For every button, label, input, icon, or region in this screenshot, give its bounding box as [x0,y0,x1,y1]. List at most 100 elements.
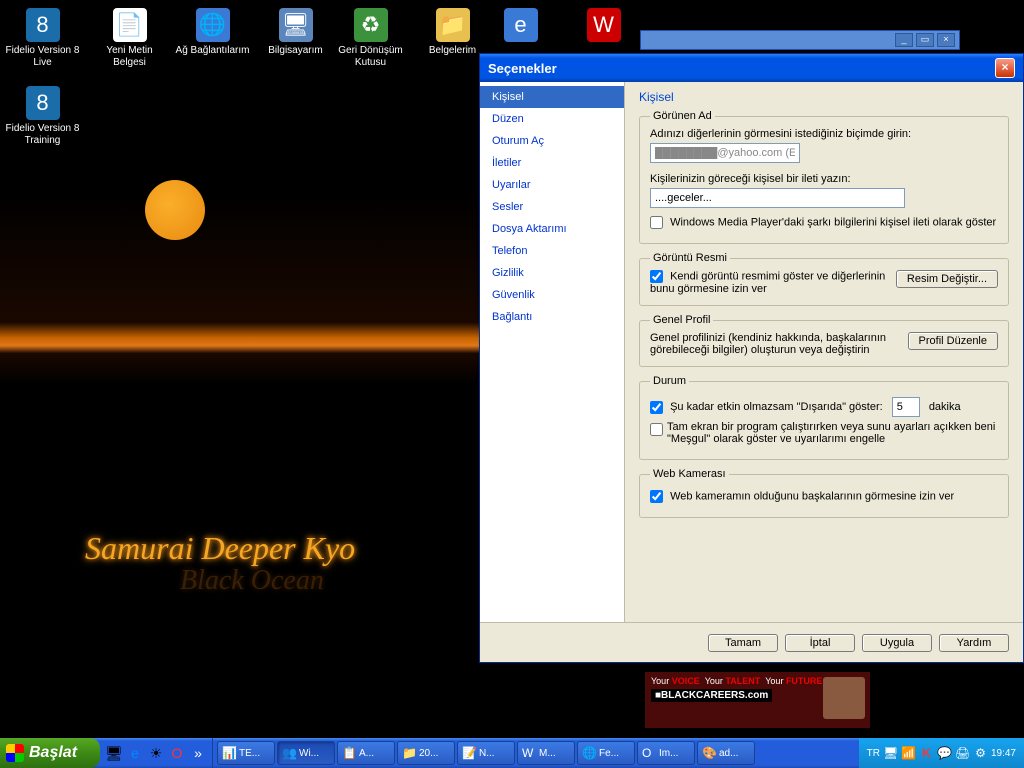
task-label: TE... [239,748,260,759]
task-icon: 📋 [342,746,356,760]
sidebar-item-kişisel[interactable]: Kişisel [480,86,624,108]
desktop-icon[interactable]: 📄Yeni Metin Belgesi [92,8,167,69]
icon-label: Ağ Bağlantılarım [175,45,250,57]
sidebar-item-gizlilik[interactable]: Gizlilik [480,262,624,284]
status-group: Durum Şu kadar etkin olmazsam "Dışarıda"… [639,375,1009,460]
desktop-icon[interactable]: 8Fidelio Version 8 Live [5,8,80,69]
desktop-icon[interactable]: 8Fidelio Version 8 Training [5,86,80,147]
change-picture-button[interactable]: Resim Değiştir... [896,270,998,288]
taskbar-button[interactable]: OIm... [637,741,695,765]
desktop-icon[interactable]: 📁Belgelerim [415,8,490,57]
task-icon: 📊 [222,746,236,760]
taskbar: Başlat 🖥 e ☀ O » 📊TE...👥Wi...📋A...📁20...… [0,738,1024,768]
ql-opera-icon[interactable]: O [168,744,186,762]
app-icon: 🌐 [196,8,230,42]
dialog-button-bar: Tamam İptal Uygula Yardım [480,622,1023,662]
tray-icon[interactable]: 🖥 [883,746,898,761]
media-player-checkbox[interactable] [650,216,663,229]
app-icon: W [587,8,621,42]
icon-label: Geri Dönüşüm Kutusu [333,45,408,69]
ad-image [823,677,865,719]
away-checkbox[interactable] [650,401,663,414]
sidebar-item-dosya-aktarımı[interactable]: Dosya Aktarımı [480,218,624,240]
display-name-input[interactable] [650,143,800,163]
ad-site: ■BLACKCAREERS.com [651,689,772,702]
apply-button[interactable]: Uygula [862,634,932,652]
options-dialog: Seçenekler × KişiselDüzenOturum Açİletil… [479,53,1024,663]
taskbar-button[interactable]: 📋A... [337,741,395,765]
language-indicator[interactable]: TR [867,748,880,759]
taskbar-button[interactable]: 📁20... [397,741,455,765]
group-legend: Genel Profil [650,314,713,326]
sidebar-item-sesler[interactable]: Sesler [480,196,624,218]
dialog-titlebar[interactable]: Seçenekler × [480,54,1023,82]
sidebar-item-telefon[interactable]: Telefon [480,240,624,262]
group-legend: Görünen Ad [650,110,715,122]
personal-message-label: Kişilerinizin göreceği kişisel bir ileti… [650,173,998,185]
task-label: Fe... [599,748,619,759]
profile-group: Genel Profil Genel profilinizi (kendiniz… [639,314,1009,367]
cancel-button[interactable]: İptal [785,634,855,652]
edit-profile-button[interactable]: Profil Düzenle [908,332,998,350]
show-picture-checkbox[interactable] [650,270,663,283]
away-minutes-input[interactable] [892,397,920,417]
tray-icon[interactable]: 💬 [937,746,952,761]
app-icon: ♻ [354,8,388,42]
desktop[interactable]: Samurai Deeper Kyo Black Ocean 8Fidelio … [0,0,1024,768]
sidebar-item-düzen[interactable]: Düzen [480,108,624,130]
busy-checkbox[interactable] [650,423,663,436]
taskbar-button[interactable]: 🌐Fe... [577,741,635,765]
tray-kaspersky-icon[interactable]: K [919,746,934,761]
close-icon[interactable]: × [995,58,1015,78]
sidebar-item-bağlantı[interactable]: Bağlantı [480,306,624,328]
taskbar-button[interactable]: 📊TE... [217,741,275,765]
task-buttons: 📊TE...👥Wi...📋A...📁20...📝N...WM...🌐Fe...O… [213,738,859,768]
icon-label: Fidelio Version 8 Live [5,45,80,69]
windows-logo-icon [6,744,24,762]
task-label: ad... [719,748,738,759]
start-button[interactable]: Başlat [0,738,100,768]
ql-chevron-icon[interactable]: » [189,744,207,762]
sidebar-item-uyarılar[interactable]: Uyarılar [480,174,624,196]
display-name-instruction: Adınızı diğerlerinin görmesini istediğin… [650,128,998,140]
sidebar-item-i̇letiler[interactable]: İletiler [480,152,624,174]
task-label: M... [539,748,556,759]
ad-banner[interactable]: Your VOICE Your TALENT Your FUTURE ■BLAC… [645,672,870,728]
away-label-b: dakika [929,401,961,413]
tray-icon[interactable]: 🖨 [955,746,970,761]
ql-desktop-icon[interactable]: 🖥 [105,744,123,762]
page-title: Kişisel [639,90,1009,104]
ql-sun-icon[interactable]: ☀ [147,744,165,762]
app-icon: 📄 [113,8,147,42]
picture-group: Görüntü Resmi Kendi görüntü resmimi göst… [639,252,1009,306]
sidebar-item-oturum-aç[interactable]: Oturum Aç [480,130,624,152]
ok-button[interactable]: Tamam [708,634,778,652]
options-content: Kişisel Görünen Ad Adınızı diğerlerinin … [625,82,1023,622]
desktop-icon[interactable]: 🌐 Ağ Bağlantılarım [175,8,250,57]
media-player-label: Windows Media Player'daki şarkı bilgiler… [670,216,996,228]
desktop-icon[interactable]: e [483,8,558,45]
app-icon: e [504,8,538,42]
webcam-checkbox[interactable] [650,490,663,503]
icon-label: Fidelio Version 8 Training [5,123,80,147]
taskbar-button[interactable]: 🎨ad... [697,741,755,765]
tray-icon[interactable]: ⚙ [973,746,988,761]
task-label: A... [359,748,374,759]
desktop-icon[interactable]: ♻ Geri Dönüşüm Kutusu [333,8,408,69]
ql-ie-icon[interactable]: e [126,744,144,762]
clock[interactable]: 19:47 [991,748,1016,759]
help-button[interactable]: Yardım [939,634,1009,652]
personal-message-input[interactable] [650,188,905,208]
desktop-icon[interactable]: 🖥Bilgisayarım [258,8,333,57]
display-name-group: Görünen Ad Adınızı diğerlerinin görmesin… [639,110,1009,244]
group-legend: Görüntü Resmi [650,252,730,264]
taskbar-button[interactable]: 📝N... [457,741,515,765]
task-icon: 📁 [402,746,416,760]
taskbar-button[interactable]: 👥Wi... [277,741,335,765]
icon-label: Bilgisayarım [258,45,333,57]
taskbar-button[interactable]: WM... [517,741,575,765]
task-icon: 📝 [462,746,476,760]
sidebar-item-güvenlik[interactable]: Güvenlik [480,284,624,306]
tray-icon[interactable]: 📶 [901,746,916,761]
desktop-icon[interactable]: W [566,8,641,45]
